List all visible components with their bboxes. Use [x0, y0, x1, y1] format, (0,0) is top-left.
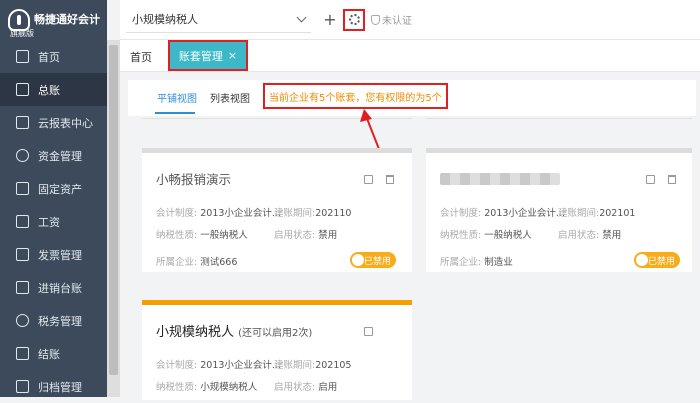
delete-icon[interactable] — [386, 175, 394, 184]
sidebar-item-label: 结账 — [38, 347, 60, 361]
close-icon[interactable]: × — [228, 49, 237, 62]
scrollbar-thumb[interactable] — [109, 45, 118, 375]
sidebar-item-report-center[interactable]: 云报表中心 — [0, 106, 107, 139]
unverified-label: 未认证 — [382, 16, 412, 27]
edit-icon[interactable] — [646, 175, 655, 184]
brand-edition: 旗舰版 — [10, 29, 34, 38]
sidebar-nav: 首页 总账 云报表中心 资金管理 固定资产 工资 发票管理 进销台账 税务管理 … — [0, 40, 107, 403]
gear-icon — [348, 14, 360, 25]
sidebar-item-label: 云报表中心 — [38, 116, 93, 130]
card-title-redacted — [440, 173, 560, 185]
salary-icon — [16, 215, 29, 228]
close-books-icon — [16, 347, 29, 360]
delete-icon[interactable] — [668, 175, 676, 184]
stock-icon — [16, 281, 29, 294]
company-select[interactable]: 小规模纳税人 — [126, 7, 311, 33]
card-title: 小畅报销演示 — [156, 172, 232, 187]
invoice-icon — [16, 248, 29, 261]
home-icon — [16, 50, 29, 63]
sidebar-item-label: 工资 — [38, 215, 60, 229]
taxpayer-row: 纳税性质: 一般纳税人 — [156, 230, 248, 241]
main-content: 平铺视图 列表视图 当前企业有5个账套，您有权限的为5个 小畅报销演示 会计制度… — [120, 72, 700, 400]
card-title: 小规模纳税人 (还可以启用2次) — [156, 325, 313, 340]
enable-toggle[interactable]: 已禁用 — [634, 252, 680, 268]
acct-system-row: 会计制度: 2013小企业会计... — [156, 208, 281, 219]
enable-toggle[interactable]: 已禁用 — [350, 252, 396, 268]
status-row: 启用状态: 禁用 — [274, 230, 338, 241]
company-select-value: 小规模纳税人 — [132, 13, 198, 26]
sidebar-item-salary[interactable]: 工资 — [0, 205, 107, 238]
company-row: 所属企业: 测试666 — [156, 257, 238, 268]
sidebar-item-label: 固定资产 — [38, 182, 82, 196]
brand: 畅捷通好会计 旗舰版 — [0, 0, 107, 40]
asset-icon — [16, 182, 29, 195]
tab-home[interactable]: 首页 — [130, 49, 152, 65]
period-row: 建账期间:202101 — [558, 208, 636, 219]
period-row: 建账期间:202105 — [274, 360, 352, 371]
sidebar-item-label: 资金管理 — [38, 149, 82, 163]
sidebar-item-close-books[interactable]: 结账 — [0, 337, 107, 370]
taxpayer-row: 纳税性质: 小规模纳税人 — [156, 382, 258, 393]
chevron-down-icon — [296, 12, 307, 22]
taxpayer-row: 纳税性质: 一般纳税人 — [440, 230, 532, 241]
brand-name: 畅捷通好会计 — [34, 13, 100, 26]
status-row: 启用状态: 禁用 — [558, 230, 622, 241]
topbar: 小规模纳税人 + 未认证 — [120, 0, 700, 40]
ledger-icon — [16, 83, 29, 96]
acct-system-row: 会计制度: 2013小企业会计... — [440, 208, 565, 219]
edit-icon[interactable] — [364, 327, 373, 336]
enable-count-hint: (还可以启用2次) — [238, 328, 313, 339]
sidebar-item-tax[interactable]: 税务管理 — [0, 304, 107, 337]
edit-icon[interactable] — [364, 175, 373, 184]
add-icon[interactable]: + — [323, 11, 337, 28]
sidebar-item-label: 归档管理 — [38, 380, 82, 394]
sidebar-item-invoice[interactable]: 发票管理 — [0, 238, 107, 271]
sidebar-item-assets[interactable]: 固定资产 — [0, 172, 107, 205]
sidebar: 畅捷通好会计 旗舰版 首页 总账 云报表中心 资金管理 固定资产 工资 发票管理… — [0, 0, 107, 397]
acct-system-row: 会计制度: 2013小企业会计... — [156, 360, 281, 371]
tab-label: 账套管理 — [178, 49, 223, 63]
account-set-card[interactable]: 会计制度: 2013小企业会计... 建账期间:202101 纳税性质: 一般纳… — [426, 148, 692, 272]
tax-icon — [16, 314, 29, 327]
chart-icon — [16, 116, 29, 129]
sidebar-item-fund[interactable]: 资金管理 — [0, 139, 107, 172]
sidebar-item-label: 税务管理 — [38, 314, 82, 328]
unverified-badge[interactable]: 未认证 — [371, 12, 412, 27]
sidebar-item-label: 发票管理 — [38, 248, 82, 262]
sidebar-item-archive[interactable]: 归档管理 — [0, 370, 107, 403]
status-row: 启用状态: 启用 — [274, 382, 338, 393]
sidebar-item-label: 进销台账 — [38, 281, 82, 295]
sidebar-item-home[interactable]: 首页 — [0, 40, 107, 73]
sidebar-item-stock[interactable]: 进销台账 — [0, 271, 107, 304]
account-set-card[interactable]: 小畅报销演示 会计制度: 2013小企业会计... 建账期间:202110 纳税… — [142, 148, 412, 272]
account-set-card[interactable]: 小规模纳税人 (还可以启用2次) 会计制度: 2013小企业会计... 建账期间… — [142, 300, 412, 400]
sidebar-item-label: 首页 — [38, 50, 60, 64]
sidebar-item-ledger[interactable]: 总账 — [0, 73, 107, 106]
sidebar-item-label: 总账 — [38, 83, 60, 97]
company-row: 所属企业: 制造业 — [440, 257, 513, 268]
money-icon — [16, 149, 29, 162]
archive-icon — [16, 380, 29, 393]
tab-account-set-management[interactable]: 账套管理 × — [168, 40, 248, 71]
period-row: 建账期间:202110 — [274, 208, 352, 219]
tab-bar: 首页 账套管理 × — [120, 40, 700, 72]
settings-button[interactable] — [343, 8, 365, 31]
shield-icon — [371, 14, 380, 25]
